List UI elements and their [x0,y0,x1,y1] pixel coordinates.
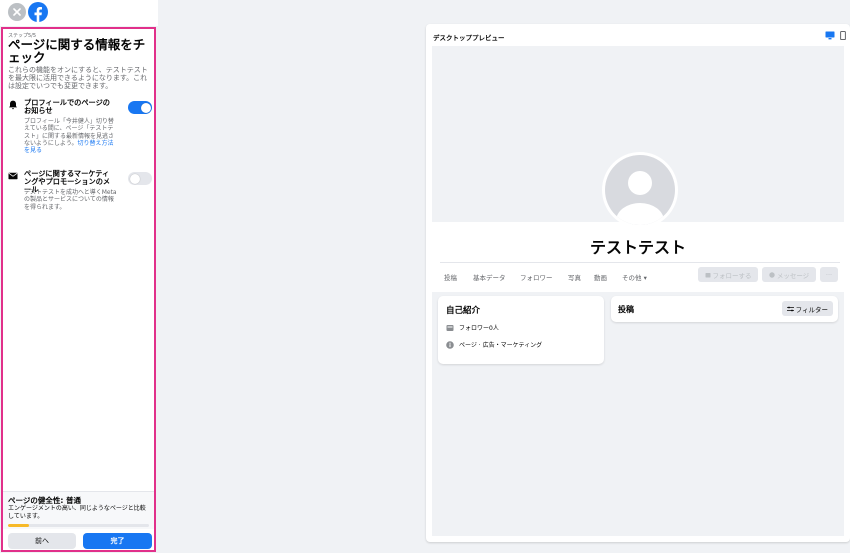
sidebar-intro: これらの機能をオンにすると、テストテストを最大限に活用できるようになります。これ… [8,66,148,90]
default-avatar [605,155,675,225]
info-icon [446,340,454,349]
sidebar-title: ページに関する情報をチェック [8,37,146,65]
mobile-icon[interactable] [840,31,846,40]
followers-row: フォロワー0人 [446,323,499,332]
tab-videos[interactable]: 動画 [594,272,607,282]
message-button[interactable]: メッセージ [762,267,816,282]
health-progress-fill [8,524,30,527]
setting-title: プロフィールでのページのお知らせ [24,98,110,115]
page-name: テストテスト [589,238,686,257]
done-button[interactable]: 完了 [83,533,152,549]
setting-page-notifications: プロフィールでのページのお知らせ プロフィール「今井健人」切り替えている間に、ペ… [8,99,154,163]
desktop-preview-panel: デスクトッププレビュー テストテスト 投稿 基本データ フォロワー 写真 動画 … [426,24,850,542]
setting-desc: テストテストを成功へと導くMetaの製品とサービスについての情報を得られます。 [24,189,117,211]
toggle-knob [140,102,151,113]
toggle-knob [129,173,140,184]
followers-icon [446,324,454,331]
person-icon [616,171,664,225]
close-icon [13,8,21,16]
mail-icon [8,172,18,180]
tab-photos[interactable]: 写真 [568,272,581,282]
posts-title: 投稿 [618,305,634,314]
bell-icon [9,100,17,110]
page-preview: テストテスト 投稿 基本データ フォロワー 写真 動画 その他 ▾ フォローする… [432,46,844,536]
back-button[interactable]: 前へ [8,533,76,549]
follow-icon [705,272,710,277]
follow-button[interactable]: フォローする [698,267,758,282]
avatar [602,152,678,228]
footer-buttons: 前へ 完了 [8,533,152,549]
follow-label: フォローする [712,271,752,280]
filter-label: フィルター [795,305,828,314]
facebook-logo[interactable] [28,2,48,22]
intro-card: 自己紹介 フォロワー0人 ページ · 広告・マーケティング [438,296,604,364]
setting-marketing-email: ページに関するマーケティングやプロモーションのメール テストテストを成功へと導く… [8,170,154,218]
profile-tabs: 投稿 基本データ フォロワー 写真 動画 その他 ▾ フォローする メッセージ … [440,262,840,282]
more-options-button[interactable]: ··· [820,267,838,282]
followers-count: フォロワー0人 [459,325,499,332]
setting-desc: プロフィール「今井健人」切り替えている間に、ページ「テストテスト」に関する最新情… [24,118,118,154]
tab-about[interactable]: 基本データ [473,272,506,282]
tab-more[interactable]: その他 ▾ [622,272,647,282]
tab-posts[interactable]: 投稿 [444,272,457,282]
messenger-icon [769,271,775,278]
device-toggle [825,31,846,40]
page-category: ページ · 広告・マーケティング [459,342,543,349]
desktop-icon[interactable] [825,31,835,40]
filter-icon [786,306,794,311]
page-health-panel: ページの健全性: 普通 エンゲージメントの高い、同じようなページと比較しています… [3,491,154,529]
page-notifications-toggle[interactable] [128,101,152,114]
health-text: エンゲージメントの高い、同じようなページと比較しています。 [8,505,146,520]
marketing-email-toggle[interactable] [128,172,152,185]
setup-sidebar: ステップ5/5 ページに関する情報をチェック これらの機能をオンにすると、テスト… [1,27,156,552]
top-bar [0,0,158,26]
posts-card: 投稿 フィルター [611,296,838,322]
close-button[interactable] [8,3,26,21]
message-label: メッセージ [776,271,810,280]
preview-label: デスクトッププレビュー [433,34,505,42]
category-row: ページ · 広告・マーケティング [446,340,542,349]
filter-button[interactable]: フィルター [781,301,833,316]
health-progress-bar [8,524,149,527]
tab-followers[interactable]: フォロワー [520,272,553,282]
intro-title: 自己紹介 [446,306,481,316]
